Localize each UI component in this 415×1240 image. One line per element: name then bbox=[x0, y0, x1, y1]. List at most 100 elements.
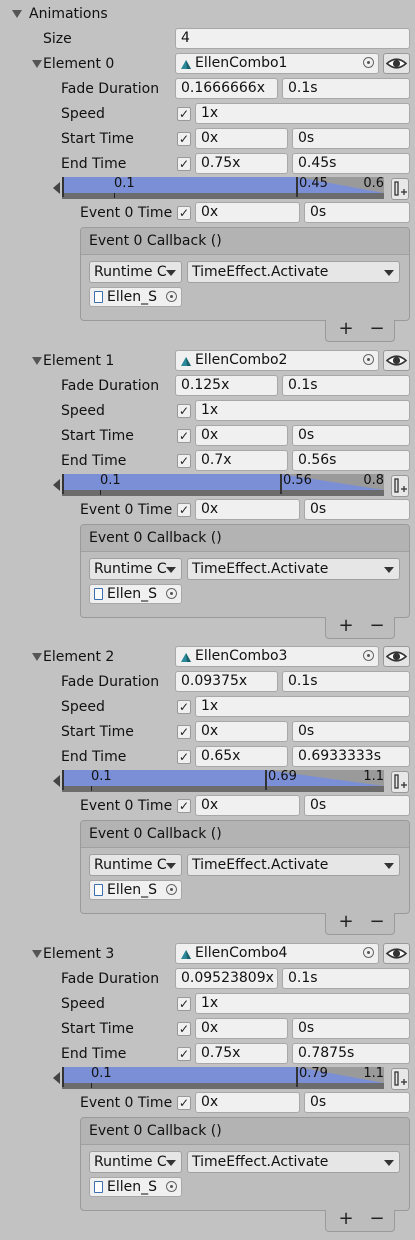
start-time-checkbox[interactable]: ✓ bbox=[177, 1022, 191, 1036]
object-picker-icon[interactable] bbox=[166, 291, 177, 302]
end-time-multiplier-field[interactable]: 0.7x bbox=[195, 450, 288, 471]
function-dropdown[interactable]: TimeEffect.Activate bbox=[187, 854, 400, 876]
add-listener-button[interactable]: + bbox=[331, 1210, 361, 1230]
end-time-multiplier-field[interactable]: 0.65x bbox=[195, 746, 288, 767]
function-dropdown[interactable]: TimeEffect.Activate bbox=[187, 1151, 400, 1173]
start-time-multiplier-field[interactable]: 0x bbox=[195, 128, 288, 149]
fade-duration-seconds-field[interactable]: 0.1s bbox=[282, 968, 410, 989]
preview-eye-button[interactable] bbox=[383, 350, 410, 371]
preview-eye-button[interactable] bbox=[383, 53, 410, 74]
timeline-start-marker[interactable] bbox=[62, 177, 64, 197]
timeline[interactable]: 0.1 0.45 0.6 bbox=[62, 176, 384, 199]
object-picker-icon[interactable] bbox=[166, 588, 177, 599]
start-time-multiplier-field[interactable]: 0x bbox=[195, 721, 288, 742]
element-foldout-icon[interactable] bbox=[32, 60, 42, 68]
end-time-checkbox[interactable]: ✓ bbox=[177, 454, 191, 468]
event-time-seconds-field[interactable]: 0s bbox=[304, 1092, 410, 1113]
timeline-left-arrow-icon[interactable] bbox=[53, 1072, 60, 1084]
timeline-add-event-button[interactable] bbox=[391, 1068, 409, 1090]
start-time-seconds-field[interactable]: 0s bbox=[292, 1018, 410, 1039]
element-foldout-icon[interactable] bbox=[32, 653, 42, 661]
object-picker-icon[interactable] bbox=[166, 884, 177, 895]
timeline-left-arrow-icon[interactable] bbox=[53, 775, 60, 787]
end-time-checkbox[interactable]: ✓ bbox=[177, 1047, 191, 1061]
object-picker-icon[interactable] bbox=[363, 947, 374, 958]
end-time-multiplier-field[interactable]: 0.75x bbox=[195, 153, 288, 174]
animations-foldout-icon[interactable] bbox=[12, 10, 22, 18]
object-picker-icon[interactable] bbox=[363, 354, 374, 365]
event-time-checkbox[interactable]: ✓ bbox=[177, 206, 191, 220]
remove-listener-button[interactable]: − bbox=[362, 320, 392, 340]
target-object-field[interactable]: Ellen_S bbox=[89, 880, 182, 900]
timeline[interactable]: 0.1 0.69 1.1 bbox=[62, 769, 384, 792]
timeline-end-marker[interactable] bbox=[265, 770, 267, 790]
timeline-start-marker[interactable] bbox=[62, 474, 64, 494]
timeline-left-arrow-icon[interactable] bbox=[53, 182, 60, 194]
runtime-mode-dropdown[interactable]: Runtime C bbox=[89, 261, 182, 283]
remove-listener-button[interactable]: − bbox=[362, 617, 392, 637]
start-time-seconds-field[interactable]: 0s bbox=[292, 721, 410, 742]
timeline-start-marker[interactable] bbox=[62, 1067, 64, 1087]
fade-duration-multiplier-field[interactable]: 0.125x bbox=[175, 375, 278, 396]
target-object-field[interactable]: Ellen_S bbox=[89, 1177, 182, 1197]
event-time-multiplier-field[interactable]: 0x bbox=[195, 202, 300, 223]
timeline-end-marker[interactable] bbox=[280, 474, 282, 494]
speed-checkbox[interactable]: ✓ bbox=[177, 997, 191, 1011]
animation-clip-field[interactable]: EllenCombo3 bbox=[175, 646, 379, 667]
fade-duration-seconds-field[interactable]: 0.1s bbox=[282, 78, 410, 99]
function-dropdown[interactable]: TimeEffect.Activate bbox=[187, 558, 400, 580]
object-picker-icon[interactable] bbox=[166, 1181, 177, 1192]
speed-field[interactable]: 1x bbox=[195, 103, 410, 124]
event-time-seconds-field[interactable]: 0s bbox=[304, 202, 410, 223]
end-time-seconds-field[interactable]: 0.56s bbox=[292, 450, 410, 471]
timeline-left-arrow-icon[interactable] bbox=[53, 479, 60, 491]
runtime-mode-dropdown[interactable]: Runtime C bbox=[89, 558, 182, 580]
end-time-checkbox[interactable]: ✓ bbox=[177, 750, 191, 764]
end-time-multiplier-field[interactable]: 0.75x bbox=[195, 1043, 288, 1064]
end-time-seconds-field[interactable]: 0.45s bbox=[292, 153, 410, 174]
add-listener-button[interactable]: + bbox=[331, 913, 361, 933]
start-time-checkbox[interactable]: ✓ bbox=[177, 132, 191, 146]
target-object-field[interactable]: Ellen_S bbox=[89, 584, 182, 604]
event-time-checkbox[interactable]: ✓ bbox=[177, 503, 191, 517]
size-field[interactable]: 4 bbox=[175, 28, 410, 49]
fade-duration-multiplier-field[interactable]: 0.09375x bbox=[175, 671, 278, 692]
event-time-multiplier-field[interactable]: 0x bbox=[195, 1092, 300, 1113]
function-dropdown[interactable]: TimeEffect.Activate bbox=[187, 261, 400, 283]
runtime-mode-dropdown[interactable]: Runtime C bbox=[89, 854, 182, 876]
end-time-seconds-field[interactable]: 0.7875s bbox=[292, 1043, 410, 1064]
start-time-checkbox[interactable]: ✓ bbox=[177, 725, 191, 739]
start-time-multiplier-field[interactable]: 0x bbox=[195, 1018, 288, 1039]
remove-listener-button[interactable]: − bbox=[362, 1210, 392, 1230]
target-object-field[interactable]: Ellen_S bbox=[89, 287, 182, 307]
object-picker-icon[interactable] bbox=[363, 57, 374, 68]
preview-eye-button[interactable] bbox=[383, 646, 410, 667]
speed-field[interactable]: 1x bbox=[195, 400, 410, 421]
event-time-seconds-field[interactable]: 0s bbox=[304, 499, 410, 520]
speed-field[interactable]: 1x bbox=[195, 696, 410, 717]
element-foldout-icon[interactable] bbox=[32, 950, 42, 958]
fade-duration-multiplier-field[interactable]: 0.09523809x bbox=[175, 968, 278, 989]
timeline-add-event-button[interactable] bbox=[391, 475, 409, 497]
preview-eye-button[interactable] bbox=[383, 943, 410, 964]
start-time-seconds-field[interactable]: 0s bbox=[292, 128, 410, 149]
event-time-multiplier-field[interactable]: 0x bbox=[195, 795, 300, 816]
animation-clip-field[interactable]: EllenCombo2 bbox=[175, 350, 379, 371]
event-time-checkbox[interactable]: ✓ bbox=[177, 799, 191, 813]
speed-checkbox[interactable]: ✓ bbox=[177, 700, 191, 714]
end-time-checkbox[interactable]: ✓ bbox=[177, 157, 191, 171]
timeline-add-event-button[interactable] bbox=[391, 178, 409, 200]
timeline[interactable]: 0.1 0.79 1.1 bbox=[62, 1066, 384, 1089]
timeline-start-marker[interactable] bbox=[62, 770, 64, 790]
animation-clip-field[interactable]: EllenCombo4 bbox=[175, 943, 379, 964]
end-time-seconds-field[interactable]: 0.6933333s bbox=[292, 746, 410, 767]
animation-clip-field[interactable]: EllenCombo1 bbox=[175, 53, 379, 74]
timeline-add-event-button[interactable] bbox=[391, 771, 409, 793]
speed-checkbox[interactable]: ✓ bbox=[177, 404, 191, 418]
timeline-end-marker[interactable] bbox=[296, 177, 298, 197]
object-picker-icon[interactable] bbox=[363, 650, 374, 661]
start-time-checkbox[interactable]: ✓ bbox=[177, 429, 191, 443]
event-time-checkbox[interactable]: ✓ bbox=[177, 1096, 191, 1110]
speed-checkbox[interactable]: ✓ bbox=[177, 107, 191, 121]
event-time-seconds-field[interactable]: 0s bbox=[304, 795, 410, 816]
